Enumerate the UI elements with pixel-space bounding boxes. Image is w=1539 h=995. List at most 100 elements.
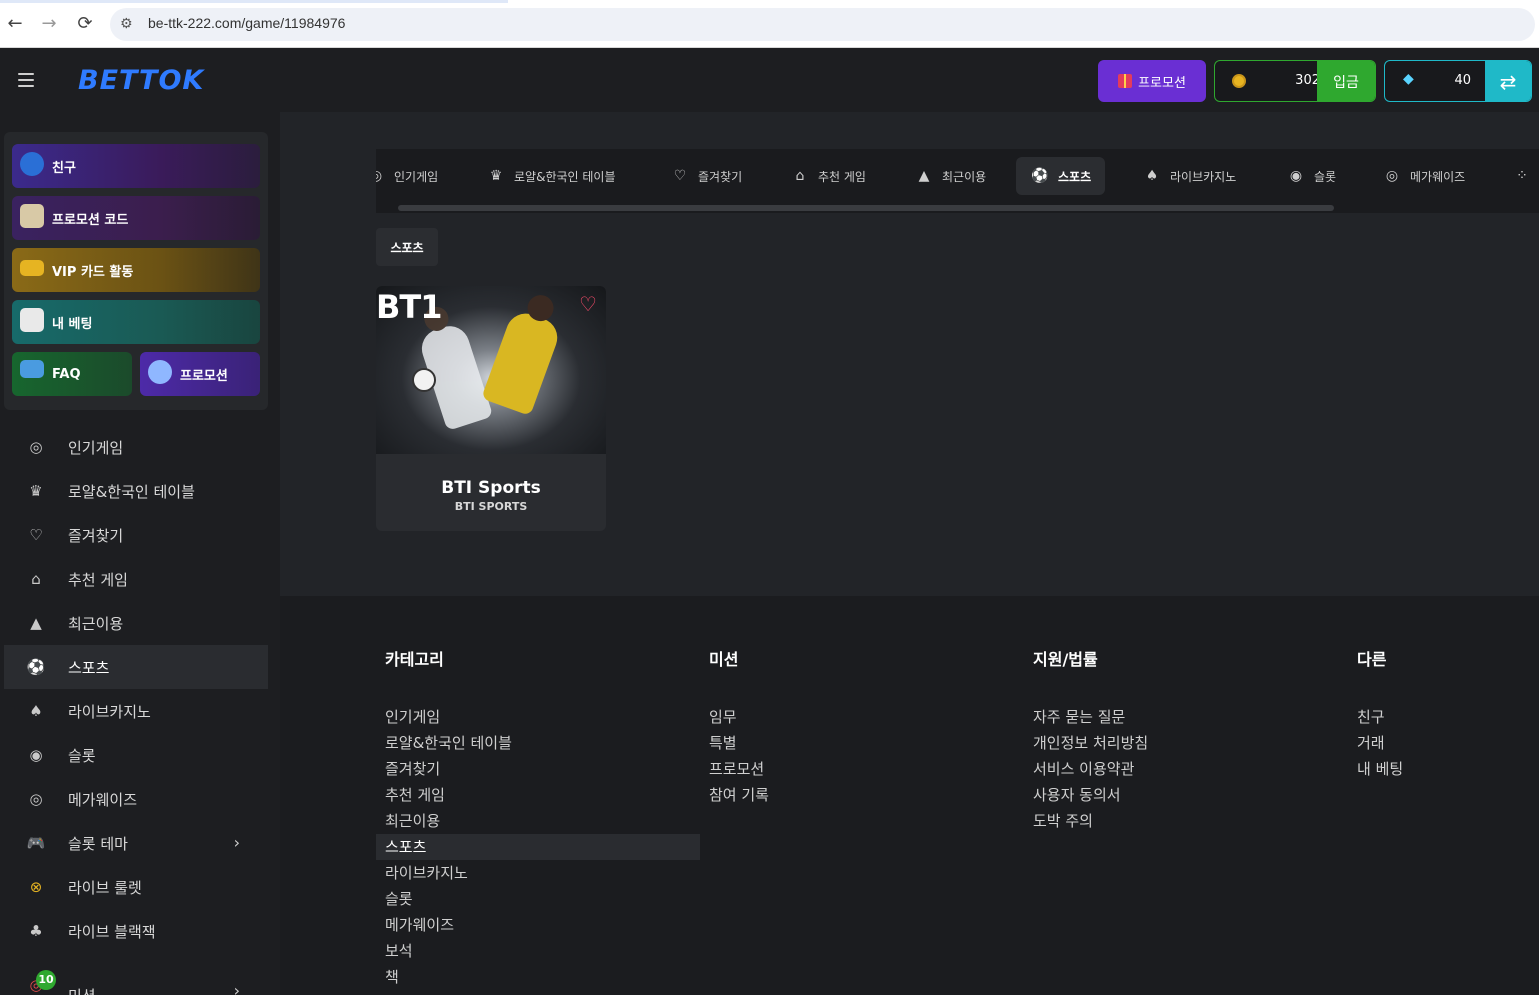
tab-label: 즐겨찾기 bbox=[698, 169, 743, 184]
promotion-button[interactable]: 프로모션 bbox=[1098, 60, 1206, 102]
popular-icon: ◎ bbox=[376, 168, 386, 184]
sidebar-item-sports[interactable]: ⚽ 스포츠 bbox=[4, 645, 268, 689]
tab-recommended[interactable]: ⌂ 추천 게임 bbox=[790, 157, 866, 195]
home-icon: ⌂ bbox=[31, 570, 41, 588]
favorite-heart-icon[interactable]: ♡ bbox=[576, 292, 600, 316]
sidebar-item-live-blackjack[interactable]: ♣ 라이브 블랙잭 bbox=[4, 909, 268, 953]
sidebar-item-live-roulette[interactable]: ⊗ 라이브 룰렛 bbox=[4, 865, 268, 909]
tab-more[interactable]: ⁘ bbox=[1512, 157, 1539, 195]
footer-link[interactable]: 추천 게임 bbox=[385, 782, 700, 808]
tab-label: 라이브카지노 bbox=[1170, 169, 1237, 184]
sidebar-item-popular[interactable]: ◎ 인기게임 bbox=[4, 425, 268, 469]
tab-label: 추천 게임 bbox=[818, 169, 866, 184]
tab-megaways[interactable]: ◎ 메가웨이즈 bbox=[1382, 157, 1465, 195]
my-bet-label: 내 베팅 bbox=[52, 316, 93, 332]
footer-link[interactable]: 친구 bbox=[1357, 704, 1403, 730]
sidebar-item-slot-theme[interactable]: 🎮 슬롯 테마 › bbox=[4, 821, 268, 865]
tab-sports[interactable]: ⚽ 스포츠 bbox=[1016, 157, 1106, 195]
sidebar-item-label: 최근이용 bbox=[68, 614, 124, 633]
category-chip-sports[interactable]: 스포츠 bbox=[376, 228, 438, 266]
footer-link[interactable]: 로얄&한국인 테이블 bbox=[385, 730, 700, 756]
footer-link[interactable]: 사용자 동의서 bbox=[1033, 782, 1148, 808]
tab-popular[interactable]: ◎ 인기게임 bbox=[376, 157, 438, 195]
footer-link[interactable]: 책 bbox=[385, 964, 700, 990]
footer-link[interactable]: 특별 bbox=[709, 730, 769, 756]
sidebar-item-royal-tables[interactable]: ♛ 로얄&한국인 테이블 bbox=[4, 469, 268, 513]
heart-icon: ♡ bbox=[29, 526, 43, 544]
sidebar-item-favorites[interactable]: ♡ 즐겨찾기 bbox=[4, 513, 268, 557]
coin-wallet: 302 입금 bbox=[1214, 60, 1376, 102]
footer-link[interactable]: 서비스 이용약관 bbox=[1033, 756, 1148, 782]
address-bar[interactable]: ⚙ be-ttk-222.com/game/11984976 bbox=[110, 8, 1535, 41]
vip-card-button[interactable]: VIP 카드 활동 bbox=[12, 248, 260, 292]
site-info-icon[interactable]: ⚙ bbox=[120, 16, 133, 32]
tab-label: 인기게임 bbox=[394, 169, 439, 184]
sidebar-item-label: 로얄&한국인 테이블 bbox=[68, 482, 195, 501]
footer-link[interactable]: 최근이용 bbox=[385, 808, 700, 834]
sidebar-item-megaways[interactable]: ◎ 메가웨이즈 bbox=[4, 777, 268, 821]
tab-royal-tables[interactable]: ♛ 로얄&한국인 테이블 bbox=[486, 157, 616, 195]
faq-label: FAQ bbox=[52, 366, 81, 382]
sidebar-item-label: 라이브 룰렛 bbox=[68, 878, 142, 897]
soccer-ball-graphic bbox=[412, 368, 436, 392]
sidebar-item-label: 즐겨찾기 bbox=[68, 526, 124, 545]
sidebar-item-label: 인기게임 bbox=[68, 438, 124, 457]
sidebar-item-label: 스포츠 bbox=[68, 658, 110, 677]
deposit-button[interactable]: 입금 bbox=[1317, 61, 1375, 101]
sidebar-item-live-casino[interactable]: ♠ 라이브카지노 bbox=[4, 689, 268, 733]
tab-favorites[interactable]: ♡ 즐겨찾기 bbox=[670, 157, 742, 195]
reload-button[interactable]: ⟳ bbox=[74, 13, 96, 35]
footer-link[interactable]: 참여 기록 bbox=[709, 782, 769, 808]
tab-slots[interactable]: ◉ 슬롯 bbox=[1286, 157, 1336, 195]
tab-live-casino[interactable]: ♠ 라이브카지노 bbox=[1142, 157, 1237, 195]
footer-link[interactable]: 거래 bbox=[1357, 730, 1403, 756]
footer-column-categories: 카테고리 인기게임 로얄&한국인 테이블 즐겨찾기 추천 게임 최근이용 스포츠… bbox=[376, 646, 700, 990]
footer-link[interactable]: 도박 주의 bbox=[1033, 808, 1148, 834]
promotion-label: 프로모션 bbox=[1138, 75, 1186, 91]
sidebar-item-label: 메가웨이즈 bbox=[68, 790, 138, 809]
footer-link[interactable]: 슬롯 bbox=[385, 886, 700, 912]
footer-link[interactable]: 개인정보 처리방침 bbox=[1033, 730, 1148, 756]
game-card[interactable]: BT1 ♡ BTI Sports BTI SPORTS bbox=[376, 286, 606, 531]
promo-code-button[interactable]: 프로모션 코드 bbox=[12, 196, 260, 240]
gem-wallet: ◆ 40 ⇄ bbox=[1384, 60, 1532, 102]
footer-link[interactable]: 프로모션 bbox=[709, 756, 769, 782]
friend-button[interactable]: 친구 bbox=[12, 144, 260, 188]
my-bet-button[interactable]: 내 베팅 bbox=[12, 300, 260, 344]
back-button[interactable]: ← bbox=[4, 13, 26, 35]
footer-link[interactable]: 임무 bbox=[709, 704, 769, 730]
sidebar-item-recent[interactable]: ▲ 최근이용 bbox=[4, 601, 268, 645]
forward-button[interactable]: → bbox=[38, 13, 60, 35]
footer-link[interactable]: 즐겨찾기 bbox=[385, 756, 700, 782]
menu-icon[interactable] bbox=[18, 73, 34, 87]
footer-link[interactable]: 내 베팅 bbox=[1357, 756, 1403, 782]
footer-heading: 카테고리 bbox=[385, 650, 444, 669]
slot-icon: ◉ bbox=[29, 746, 43, 764]
game-thumbnail[interactable]: BT1 ♡ bbox=[376, 286, 606, 454]
site-logo[interactable]: BETTOK bbox=[78, 65, 204, 96]
gift-icon bbox=[1118, 74, 1133, 88]
tab-recent[interactable]: ▲ 최근이용 bbox=[914, 157, 987, 195]
chevron-right-icon[interactable]: › bbox=[234, 833, 240, 852]
sidebar-item-slots[interactable]: ◉ 슬롯 bbox=[4, 733, 268, 777]
refresh-icon[interactable]: ⇄ bbox=[1485, 61, 1531, 101]
faq-button[interactable]: FAQ bbox=[12, 352, 132, 396]
chevron-right-icon[interactable]: › bbox=[234, 981, 240, 995]
promo-side-button[interactable]: 프로모션 bbox=[140, 352, 260, 396]
rocket-icon bbox=[148, 360, 172, 384]
live-casino-icon: ♠ bbox=[29, 702, 43, 720]
footer-link-active[interactable]: 스포츠 bbox=[376, 834, 700, 860]
sidebar-item-label: 슬롯 테마 bbox=[68, 834, 128, 853]
tab-label: 로얄&한국인 테이블 bbox=[514, 169, 616, 184]
footer-column-other: 다른 친구 거래 내 베팅 bbox=[1357, 646, 1403, 782]
game-provider: BTI SPORTS bbox=[454, 500, 528, 513]
tabs-scrollbar[interactable] bbox=[398, 205, 1334, 211]
footer-link[interactable]: 자주 묻는 질문 bbox=[1033, 704, 1148, 730]
footer-link[interactable]: 인기게임 bbox=[385, 704, 700, 730]
footer-link[interactable]: 메가웨이즈 bbox=[385, 912, 700, 938]
footer-link[interactable]: 보석 bbox=[385, 938, 700, 964]
sidebar-item-recommended[interactable]: ⌂ 추천 게임 bbox=[4, 557, 268, 601]
crown-icon: ♛ bbox=[489, 168, 503, 184]
soccer-ball-icon: ⚽ bbox=[26, 658, 46, 676]
footer-link[interactable]: 라이브카지노 bbox=[385, 860, 700, 886]
